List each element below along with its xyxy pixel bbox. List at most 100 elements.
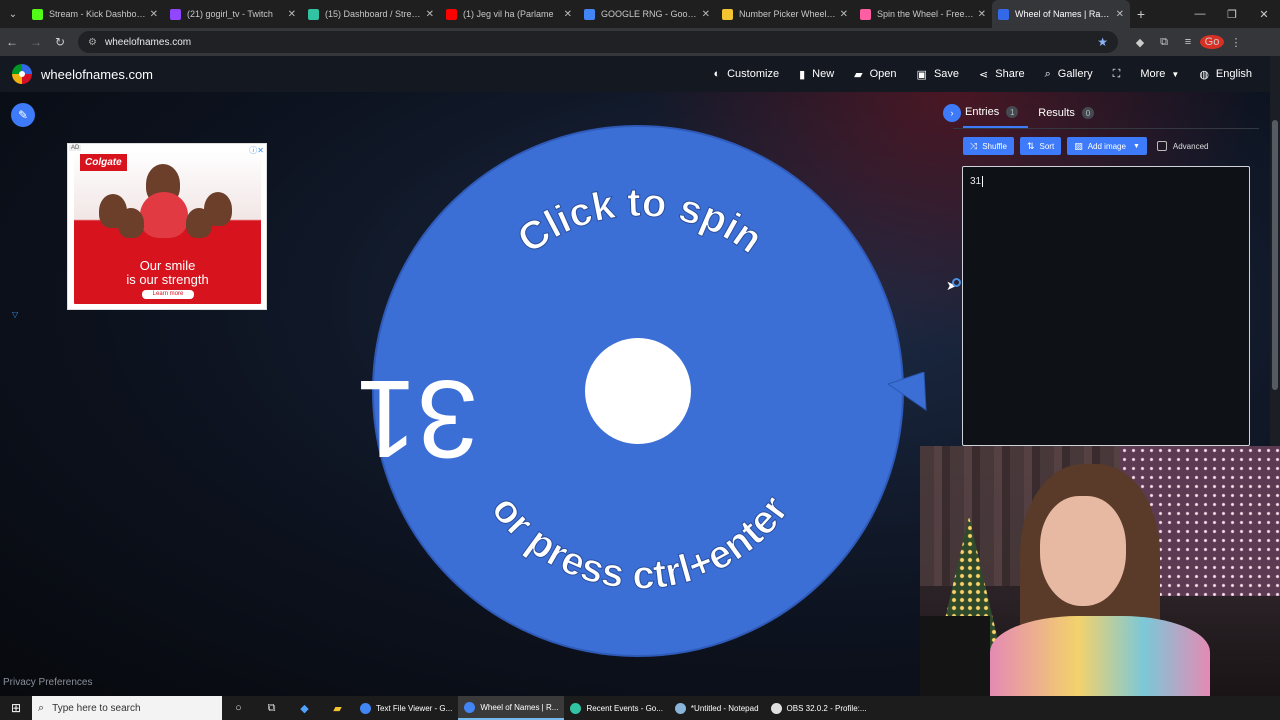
close-window-icon[interactable]: ✕ bbox=[1248, 8, 1280, 21]
browser-tab[interactable]: Wheel of Names | Random ✕ bbox=[992, 0, 1130, 28]
image-icon: ▨ bbox=[1074, 140, 1083, 151]
extension-icon[interactable]: ◆ bbox=[1128, 36, 1152, 49]
task-view-icon[interactable]: ⧉ bbox=[255, 702, 288, 715]
nav-label: Save bbox=[933, 68, 960, 80]
address-bar-row: ← → ↻ ⚙ wheelofnames.com ★ ◆ ⧉ ≡ Go ⋮ bbox=[0, 28, 1280, 56]
webcam-overlay bbox=[920, 446, 1280, 696]
taskbar-app-label: Text File Viewer - G... bbox=[376, 703, 453, 713]
bookmark-star-icon[interactable]: ★ bbox=[1097, 35, 1108, 49]
edit-pencil-button[interactable]: ✎ bbox=[11, 103, 35, 127]
copilot-icon[interactable]: ◆ bbox=[288, 702, 321, 715]
ad-info-icon[interactable]: ⓘ✕ bbox=[249, 145, 264, 156]
restore-icon[interactable]: ❐ bbox=[1216, 8, 1248, 21]
wheel-pointer bbox=[888, 372, 927, 411]
reload-icon[interactable]: ↻ bbox=[48, 35, 72, 49]
tab-close-icon[interactable]: ✕ bbox=[426, 9, 434, 20]
taskbar-app[interactable]: Wheel of Names | R... bbox=[458, 696, 565, 720]
tab-close-icon[interactable]: ✕ bbox=[564, 9, 572, 20]
advanced-label: Advanced bbox=[1172, 141, 1209, 151]
windows-taskbar: ⊞ ⌕ Type here to search ○ ⧉ ◆ ▰ Text Fil… bbox=[0, 696, 1280, 720]
cortana-icon[interactable]: ○ bbox=[222, 702, 255, 714]
site-info-icon[interactable]: ⚙ bbox=[88, 37, 97, 48]
browser-menu-icon[interactable]: ⋮ bbox=[1224, 36, 1248, 49]
tab-entries[interactable]: Entries 1 bbox=[963, 98, 1029, 128]
taskbar-app[interactable]: OBS 32.0.2 - Profile:... bbox=[765, 696, 873, 720]
palette-icon: ◐ bbox=[713, 68, 721, 80]
ad-cta-button[interactable]: Learn more bbox=[142, 290, 194, 299]
entries-panel: › Entries 1 Results 0 ⤨ Shuffle ⇅ Sort ▨ Ad… bbox=[943, 98, 1259, 458]
sort-label: Sort bbox=[1039, 141, 1055, 151]
browser-tab[interactable]: Spin the Wheel - Free and ✕ bbox=[854, 0, 992, 28]
taskbar-search-placeholder: Type here to search bbox=[52, 702, 141, 714]
more-menu-button[interactable]: More ▼ bbox=[1130, 56, 1189, 92]
language-button[interactable]: ◍ English bbox=[1189, 56, 1262, 92]
nav-save-button[interactable]: ▣ Save bbox=[907, 56, 969, 92]
globe-icon: ◍ bbox=[1199, 68, 1209, 81]
results-count-badge: 0 bbox=[1081, 107, 1094, 119]
tab-close-icon[interactable]: ✕ bbox=[1116, 9, 1124, 20]
language-label: English bbox=[1215, 68, 1252, 80]
entries-textarea[interactable]: 31 bbox=[962, 166, 1250, 446]
advanced-checkbox[interactable]: Advanced bbox=[1156, 141, 1209, 151]
tab-results-label: Results bbox=[1038, 107, 1075, 119]
entries-text: 31 bbox=[970, 176, 982, 187]
taskbar-app[interactable]: Recent Events - Go... bbox=[564, 696, 668, 720]
sort-button[interactable]: ⇅ Sort bbox=[1019, 137, 1062, 155]
back-icon[interactable]: ← bbox=[0, 35, 24, 49]
taskbar-app-label: OBS 32.0.2 - Profile:... bbox=[786, 703, 867, 713]
more-label: More bbox=[1140, 68, 1166, 80]
tab-results[interactable]: Results 0 bbox=[1036, 98, 1104, 128]
fullscreen-button[interactable]: ⛶ bbox=[1103, 56, 1131, 92]
file-icon: ▮ bbox=[799, 68, 806, 81]
tab-title: (1) Jeg vil ha (Parlame bbox=[463, 9, 554, 19]
browser-tab[interactable]: Number Picker Wheel - P ✕ bbox=[716, 0, 854, 28]
browser-tabstrip: ⌄ Stream - Kick Dashboard ✕ (21) gogirl_tv… bbox=[0, 0, 1280, 28]
checkbox-box[interactable] bbox=[1156, 141, 1167, 151]
tab-close-icon[interactable]: ✕ bbox=[840, 9, 848, 20]
spin-wheel[interactable]: Click to spin or press ctrl+enter 31 bbox=[360, 116, 920, 676]
browser-tab[interactable]: GOOGLE RNG - Google Se ✕ bbox=[578, 0, 716, 28]
tab-search-icon[interactable]: ⌄ bbox=[0, 9, 26, 20]
profile-avatar[interactable]: Go bbox=[1200, 35, 1224, 49]
taskbar-app[interactable]: Text File Viewer - G... bbox=[354, 696, 458, 720]
media-icon[interactable]: ≡ bbox=[1176, 36, 1200, 48]
url-bar[interactable]: ⚙ wheelofnames.com ★ bbox=[78, 31, 1118, 53]
sort-icon: ⇅ bbox=[1026, 140, 1035, 151]
site-logo[interactable]: wheelofnames.com bbox=[12, 64, 153, 84]
browser-tab[interactable]: (21) gogirl_tv - Twitch ✕ bbox=[164, 0, 302, 28]
ad-creative[interactable]: Colgate Our smile is our strength Learn … bbox=[74, 150, 261, 304]
add-image-button[interactable]: ▨ Add image ▼ bbox=[1067, 137, 1147, 155]
scroll-thumb[interactable] bbox=[1272, 120, 1278, 390]
nav-customize-button[interactable]: ◐ Customize bbox=[703, 56, 789, 92]
forward-icon[interactable]: → bbox=[24, 35, 48, 49]
minimize-icon[interactable]: — bbox=[1184, 8, 1216, 20]
nav-gallery-button[interactable]: ⌕ Gallery bbox=[1035, 56, 1103, 92]
search-icon: ⌕ bbox=[1044, 67, 1051, 80]
advertisement[interactable]: Colgate Our smile is our strength Learn … bbox=[67, 143, 267, 310]
collapse-panel-icon[interactable]: › bbox=[943, 104, 961, 122]
wheel-entry-label: 31 bbox=[360, 357, 478, 480]
browser-tab[interactable]: (1) Jeg vil ha (Parlame ✕ bbox=[440, 0, 578, 28]
file-explorer-icon[interactable]: ▰ bbox=[321, 702, 354, 715]
nav-share-button[interactable]: ⋖ Share bbox=[969, 56, 1035, 92]
filter-icon: ▽ bbox=[12, 310, 19, 319]
browser-tab[interactable]: Stream - Kick Dashboard ✕ bbox=[26, 0, 164, 28]
privacy-preferences-link[interactable]: Privacy Preferences bbox=[3, 677, 92, 688]
nav-label: Customize bbox=[727, 68, 780, 80]
new-tab-button[interactable]: + bbox=[1130, 6, 1152, 22]
nav-open-button[interactable]: ▰ Open bbox=[844, 56, 906, 92]
webcam-mic bbox=[920, 616, 990, 696]
tab-close-icon[interactable]: ✕ bbox=[702, 9, 710, 20]
browser-tab[interactable]: (15) Dashboard / Streamlabs ✕ bbox=[302, 0, 440, 28]
tab-close-icon[interactable]: ✕ bbox=[288, 9, 296, 20]
tab-close-icon[interactable]: ✕ bbox=[150, 9, 158, 20]
taskbar-app[interactable]: *Untitled - Notepad bbox=[669, 696, 765, 720]
shuffle-button[interactable]: ⤨ Shuffle bbox=[963, 137, 1014, 155]
wheel-center-hub[interactable] bbox=[585, 338, 691, 444]
nav-new-button[interactable]: ▮ New bbox=[789, 56, 844, 92]
windows-start-icon[interactable]: ⊞ bbox=[0, 701, 32, 715]
extensions-puzzle-icon[interactable]: ⧉ bbox=[1152, 36, 1176, 49]
tab-close-icon[interactable]: ✕ bbox=[978, 9, 986, 20]
app-icon bbox=[464, 701, 476, 713]
taskbar-search-box[interactable]: ⌕ Type here to search bbox=[32, 696, 222, 720]
